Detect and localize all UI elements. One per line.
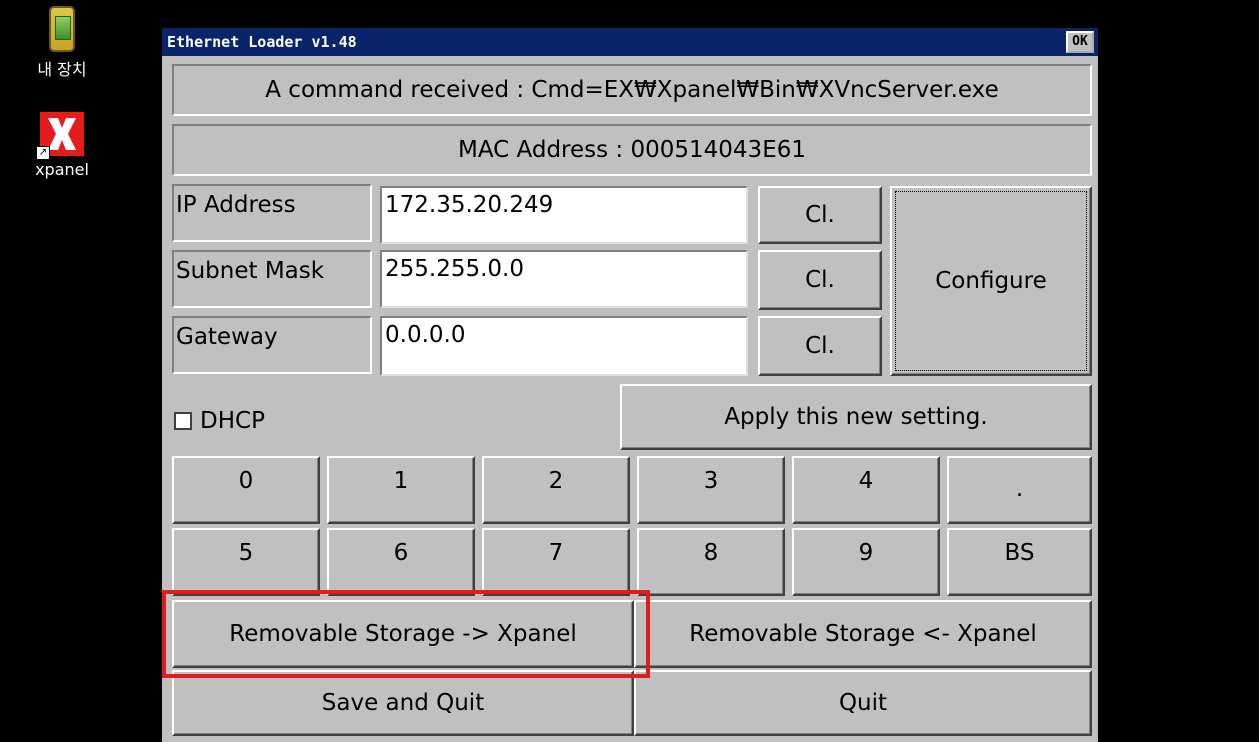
ethernet-loader-window: Ethernet Loader v1.48 OK A command recei… [162, 28, 1098, 742]
save-and-quit-button[interactable]: Save and Quit [172, 670, 634, 736]
dhcp-checkbox[interactable] [174, 412, 192, 430]
keypad-key-9[interactable]: 9 [792, 528, 940, 596]
quit-button[interactable]: Quit [634, 670, 1092, 736]
keypad-key-4[interactable]: 4 [792, 456, 940, 524]
shortcut-arrow-icon: ↗ [36, 146, 50, 160]
keypad-key-0[interactable]: 0 [172, 456, 320, 524]
ip-address-input[interactable]: 172.35.20.249 [380, 186, 748, 244]
dhcp-label: DHCP [200, 408, 265, 434]
keypad-key-dot[interactable]: . [947, 456, 1092, 524]
desktop-icon-label: 내 장치 [37, 60, 87, 79]
subnet-mask-label: Subnet Mask [172, 250, 372, 308]
ok-button[interactable]: OK [1066, 31, 1094, 53]
command-status-panel: A command received : Cmd=EX₩Xpanel₩Bin₩X… [172, 64, 1092, 116]
dhcp-checkbox-row[interactable]: DHCP [174, 408, 265, 438]
apply-setting-button[interactable]: Apply this new setting. [620, 384, 1092, 450]
mac-address-text: MAC Address : 000514043E61 [457, 137, 806, 163]
storage-to-xpanel-button[interactable]: Removable Storage -> Xpanel [172, 600, 634, 668]
window-title: Ethernet Loader v1.48 [167, 33, 357, 51]
keypad-key-7[interactable]: 7 [482, 528, 630, 596]
keypad-key-1[interactable]: 1 [327, 456, 475, 524]
keypad-key-5[interactable]: 5 [172, 528, 320, 596]
keypad-key-backspace[interactable]: BS [947, 528, 1092, 596]
desktop-icon-my-device[interactable]: 내 장치 [22, 6, 102, 80]
subnet-clear-button[interactable]: Cl. [758, 250, 882, 310]
subnet-mask-input[interactable]: 255.255.0.0 [380, 250, 748, 308]
ip-address-label: IP Address [172, 184, 372, 242]
command-status-text: A command received : Cmd=EX₩Xpanel₩Bin₩X… [265, 77, 999, 103]
storage-from-xpanel-button[interactable]: Removable Storage <- Xpanel [634, 600, 1092, 668]
gateway-input[interactable]: 0.0.0.0 [380, 316, 748, 376]
keypad-key-2[interactable]: 2 [482, 456, 630, 524]
desktop-icon-xpanel[interactable]: ↗ xpanel [22, 112, 102, 179]
keypad-key-8[interactable]: 8 [637, 528, 785, 596]
device-icon [49, 6, 75, 52]
desktop-icon-label: xpanel [35, 160, 89, 179]
mac-address-panel: MAC Address : 000514043E61 [172, 124, 1092, 176]
gateway-clear-button[interactable]: Cl. [758, 316, 882, 376]
ip-clear-button[interactable]: Cl. [758, 186, 882, 244]
gateway-label: Gateway [172, 316, 372, 374]
configure-button[interactable]: Configure [890, 186, 1092, 376]
keypad-key-6[interactable]: 6 [327, 528, 475, 596]
keypad-key-3[interactable]: 3 [637, 456, 785, 524]
title-bar: Ethernet Loader v1.48 OK [162, 28, 1098, 56]
xpanel-icon: ↗ [36, 112, 84, 160]
